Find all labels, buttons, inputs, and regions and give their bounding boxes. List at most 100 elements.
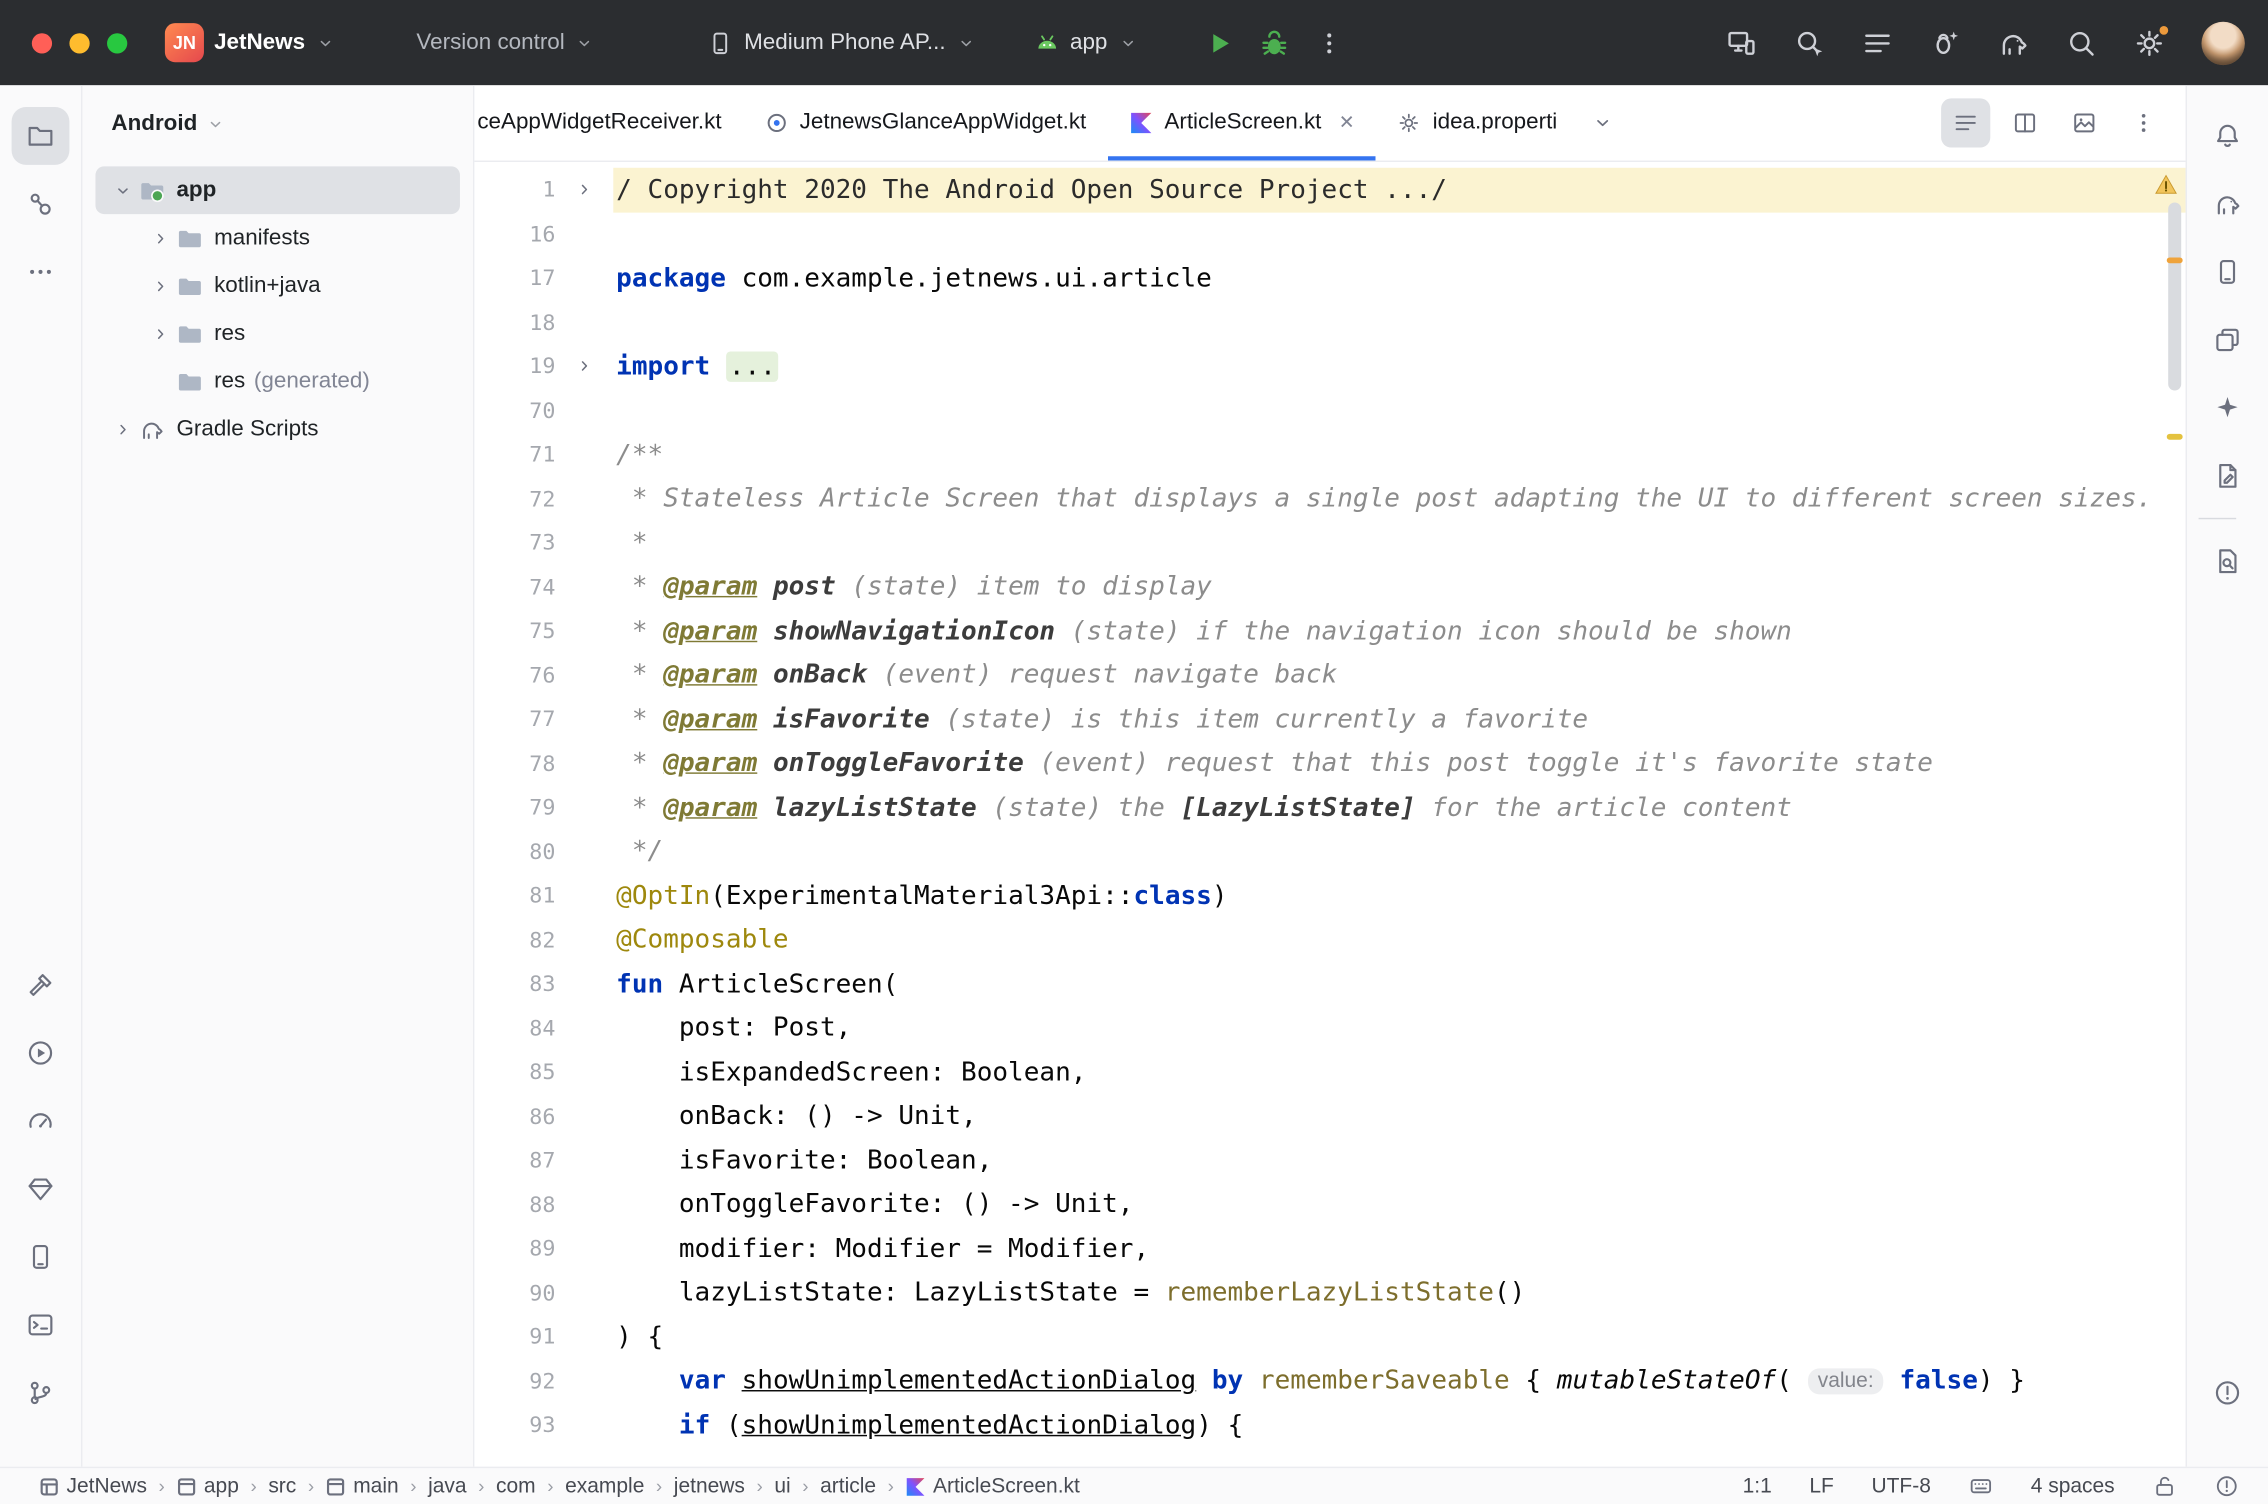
vcs-widget[interactable]: Version control xyxy=(416,30,595,56)
breadcrumb-jetnews[interactable]: JetNews xyxy=(39,1475,147,1498)
code-line[interactable]: * @param lazyListState (state) the [Lazy… xyxy=(613,785,2185,829)
tab-jetnewsglanceappwidget-kt[interactable]: JetnewsGlanceAppWidget.kt xyxy=(743,85,1108,160)
inspections-status-icon[interactable] xyxy=(2214,1474,2239,1499)
code-line[interactable]: @OptIn(ExperimentalMaterial3Api::class) xyxy=(613,874,2185,918)
code-view-button[interactable] xyxy=(1941,98,1990,147)
tab-idea-properti[interactable]: idea.properti xyxy=(1376,85,1579,160)
breadcrumb-jetnews[interactable]: jetnews xyxy=(674,1475,745,1498)
breadcrumb-article[interactable]: article xyxy=(820,1475,876,1498)
build-icon[interactable] xyxy=(12,956,70,1014)
code-line[interactable] xyxy=(613,388,2185,432)
chevron-down-icon[interactable] xyxy=(110,180,136,200)
device-explorer-icon[interactable] xyxy=(12,1228,70,1286)
more-run-actions-icon[interactable] xyxy=(1311,25,1346,60)
breadcrumb-com[interactable]: com xyxy=(496,1475,536,1498)
breadcrumb-src[interactable]: src xyxy=(268,1475,296,1498)
code-line[interactable]: * @param onBack (event) request navigate… xyxy=(613,653,2185,697)
project-widget[interactable]: JN JetNews xyxy=(165,23,336,62)
scrollbar-warning-mark[interactable] xyxy=(2167,257,2183,262)
tree-item-res[interactable]: res(generated) xyxy=(95,357,460,405)
device-selector[interactable]: Medium Phone AP... xyxy=(708,30,976,56)
run-tool-window-icon[interactable] xyxy=(12,1024,70,1082)
code-line[interactable] xyxy=(613,300,2185,344)
structure-icon[interactable] xyxy=(12,175,70,233)
device-manager-icon[interactable] xyxy=(2199,243,2257,301)
editor-scrollbar[interactable] xyxy=(2168,203,2181,391)
tree-item-app[interactable]: app xyxy=(95,166,460,214)
device-streaming-icon[interactable] xyxy=(1726,27,1758,59)
design-view-button[interactable] xyxy=(2060,98,2109,147)
code-line[interactable]: modifier: Modifier = Modifier, xyxy=(613,1227,2185,1271)
code-line[interactable]: package com.example.jetnews.ui.article xyxy=(613,256,2185,300)
breadcrumb-example[interactable]: example xyxy=(565,1475,644,1498)
line-separator[interactable]: LF xyxy=(1809,1475,1833,1498)
app-quality-insights-icon[interactable] xyxy=(1930,27,1962,59)
code-line[interactable]: /** xyxy=(613,432,2185,476)
inspections-warning-icon[interactable] xyxy=(2154,172,2179,197)
breadcrumb-java[interactable]: java xyxy=(428,1475,466,1498)
editor-more-icon[interactable] xyxy=(2119,98,2168,147)
file-encoding[interactable]: UTF-8 xyxy=(1871,1475,1930,1498)
split-view-button[interactable] xyxy=(2000,98,2049,147)
close-window-button[interactable] xyxy=(32,33,52,53)
app-inspection-icon[interactable] xyxy=(12,1160,70,1218)
code-line[interactable]: * @param onToggleFavorite (event) reques… xyxy=(613,741,2185,785)
chevron-none-icon[interactable] xyxy=(148,371,174,391)
unlock-icon[interactable] xyxy=(2152,1474,2177,1499)
fold-arrow-icon[interactable] xyxy=(574,356,594,376)
version-control-icon[interactable] xyxy=(12,1364,70,1422)
caret-position[interactable]: 1:1 xyxy=(1743,1475,1772,1498)
notifications-icon[interactable] xyxy=(2199,107,2257,165)
problems-icon[interactable] xyxy=(2199,1364,2257,1422)
code-line[interactable] xyxy=(613,212,2185,256)
code-line[interactable]: onBack: () -> Unit, xyxy=(613,1094,2185,1138)
search-everywhere-icon[interactable] xyxy=(2066,27,2098,59)
hidden-tabs-chevron-icon[interactable] xyxy=(1591,111,1614,134)
logcat-icon[interactable] xyxy=(1862,27,1894,59)
code-line[interactable]: isFavorite: Boolean, xyxy=(613,1138,2185,1182)
run-button[interactable] xyxy=(1201,25,1236,60)
chevron-right-icon[interactable] xyxy=(148,276,174,296)
code-line[interactable]: lazyListState: LazyListState = rememberL… xyxy=(613,1271,2185,1315)
indent-info[interactable]: 4 spaces xyxy=(2031,1475,2115,1498)
code-line[interactable]: fun ArticleScreen( xyxy=(613,962,2185,1006)
terminal-icon[interactable] xyxy=(12,1296,70,1354)
code-line[interactable]: ) { xyxy=(613,1315,2185,1359)
tree-item-gradle-scripts[interactable]: Gradle Scripts xyxy=(95,405,460,453)
running-devices-icon[interactable] xyxy=(2199,311,2257,369)
project-view-selector[interactable]: Android xyxy=(111,111,197,137)
more-tool-windows-icon[interactable] xyxy=(12,243,70,301)
chevron-right-icon[interactable] xyxy=(110,419,136,439)
fold-arrow-icon[interactable] xyxy=(574,180,594,200)
gradle-sync-icon[interactable] xyxy=(1998,27,2030,59)
code-line[interactable]: post: Post, xyxy=(613,1006,2185,1050)
code-line[interactable]: / Copyright 2020 The Android Open Source… xyxy=(613,168,2185,212)
breadcrumb-main[interactable]: main xyxy=(326,1475,399,1498)
file-search-icon[interactable] xyxy=(2199,532,2257,590)
code-line[interactable]: import ... xyxy=(613,344,2185,388)
gemini-icon[interactable] xyxy=(2199,379,2257,437)
code-line[interactable]: * Stateless Article Screen that displays… xyxy=(613,477,2185,521)
code-line[interactable]: isExpandedScreen: Boolean, xyxy=(613,1050,2185,1094)
gradle-icon[interactable] xyxy=(2199,175,2257,233)
code-line[interactable]: var showUnimplementedActionDialog by rem… xyxy=(613,1359,2185,1403)
breadcrumb-articlescreen-kt[interactable]: ArticleScreen.kt xyxy=(905,1475,1079,1498)
search-actions-icon[interactable] xyxy=(1794,27,1826,59)
scrollbar-weak-warning-mark[interactable] xyxy=(2167,434,2183,439)
tab-ceappwidgetreceiver-kt[interactable]: ceAppWidgetReceiver.kt xyxy=(474,85,743,160)
code-line[interactable]: * xyxy=(613,521,2185,565)
tab-articlescreen-kt[interactable]: ArticleScreen.kt✕ xyxy=(1108,85,1376,160)
code-line[interactable]: * @param showNavigationIcon (state) if t… xyxy=(613,609,2185,653)
code-line[interactable]: */ xyxy=(613,830,2185,874)
minimize-window-button[interactable] xyxy=(69,33,89,53)
editor[interactable]: 1/ Copyright 2020 The Android Open Sourc… xyxy=(474,162,2185,1467)
tree-item-kotlin-java[interactable]: kotlin+java xyxy=(95,262,460,310)
user-avatar[interactable] xyxy=(2201,21,2244,64)
code-line[interactable]: * @param post (state) item to display xyxy=(613,565,2185,609)
tree-item-manifests[interactable]: manifests xyxy=(95,214,460,262)
chevron-right-icon[interactable] xyxy=(148,323,174,343)
settings-icon[interactable] xyxy=(2133,27,2165,59)
breadcrumb-ui[interactable]: ui xyxy=(774,1475,790,1498)
file-edit-icon[interactable] xyxy=(2199,447,2257,505)
profiler-icon[interactable] xyxy=(12,1092,70,1150)
